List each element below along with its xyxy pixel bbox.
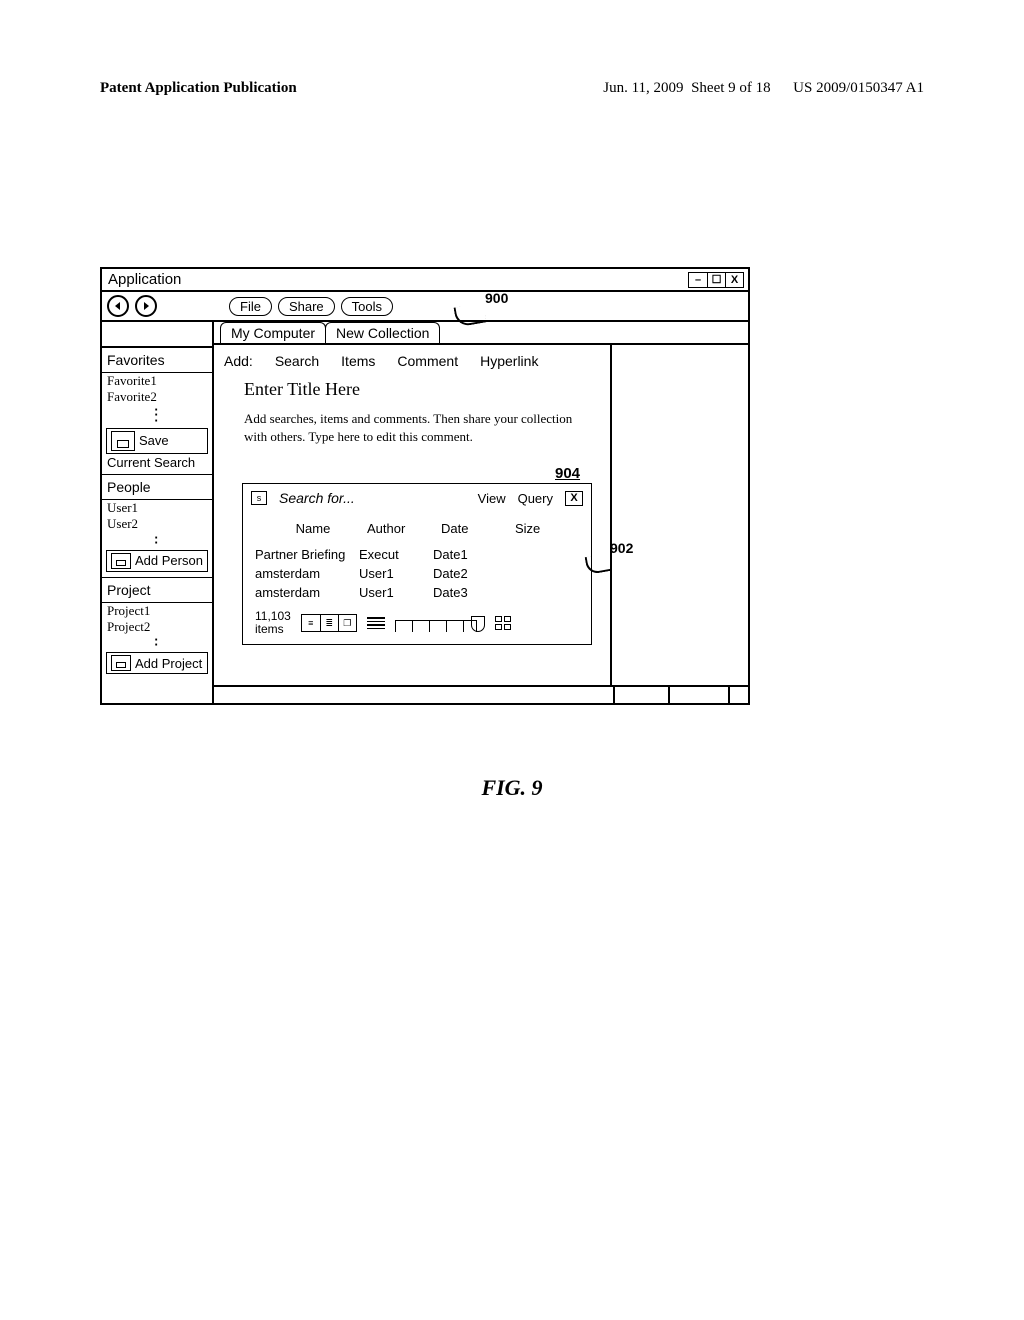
pub-title: Patent Application Publication xyxy=(100,80,297,97)
item-count: 11,103items xyxy=(255,610,291,636)
save-current-search-button[interactable]: Save xyxy=(106,428,208,454)
add-label: Add: xyxy=(224,353,253,369)
list-view-icon: ≡ xyxy=(302,615,320,631)
share-menu[interactable]: Share xyxy=(278,297,335,316)
pub-meta: Jun. 11, 2009 Sheet 9 of 18 US 2009/0150… xyxy=(603,80,924,97)
project-heading: Project xyxy=(102,578,212,602)
close-button[interactable]: X xyxy=(725,273,743,287)
window-title: Application xyxy=(108,271,181,288)
col-name[interactable]: Name xyxy=(263,521,363,536)
titlebar: Application – ☐ X xyxy=(102,269,748,292)
toolbar: File Share Tools xyxy=(102,292,748,322)
col-date[interactable]: Date xyxy=(441,521,511,536)
add-person-button[interactable]: Add Person xyxy=(106,550,208,572)
preview-pane xyxy=(612,345,748,685)
window-controls: – ☐ X xyxy=(688,272,744,288)
tab-my-computer[interactable]: My Computer xyxy=(220,322,326,343)
view-mode-buttons[interactable]: ≡ ≣ ❐ xyxy=(301,614,357,632)
favorites-heading: Favorites xyxy=(102,348,212,372)
figure-caption: FIG. 9 xyxy=(100,775,924,801)
save-icon xyxy=(111,655,131,671)
maximize-button[interactable]: ☐ xyxy=(707,273,725,287)
zoom-slider[interactable] xyxy=(395,614,485,632)
search-panel: s Search for... View Query X Name Author… xyxy=(242,483,592,645)
detail-view-icon: ≣ xyxy=(320,615,338,631)
title-input[interactable]: Enter Title Here xyxy=(244,379,590,400)
project-item[interactable]: Project1 xyxy=(102,603,212,619)
person-item[interactable]: User1 xyxy=(102,500,212,516)
back-icon[interactable] xyxy=(107,295,129,317)
forward-icon[interactable] xyxy=(135,295,157,317)
add-person-label: Add Person xyxy=(135,553,203,568)
file-menu[interactable]: File xyxy=(229,297,272,316)
publication-header: Patent Application Publication Jun. 11, … xyxy=(100,80,924,97)
result-row[interactable]: Partner Briefing Execut Date1 xyxy=(251,545,583,564)
col-size[interactable]: Size xyxy=(515,521,565,536)
main-area: My Computer New Collection Add: Search I… xyxy=(214,322,748,703)
save-sublabel: Current Search xyxy=(102,455,212,471)
lines-icon[interactable] xyxy=(367,617,385,629)
tools-menu[interactable]: Tools xyxy=(341,297,393,316)
comment-text[interactable]: Add searches, items and comments. Then s… xyxy=(244,410,590,445)
tabs: My Computer New Collection xyxy=(214,322,748,345)
add-comment[interactable]: Comment xyxy=(397,353,458,369)
collection-content: Add: Search Items Comment Hyperlink Ente… xyxy=(214,345,612,685)
add-search[interactable]: Search xyxy=(275,353,319,369)
results-footer: 11,103items ≡ ≣ ❐ xyxy=(251,602,583,638)
col-author[interactable]: Author xyxy=(367,521,437,536)
search-icon[interactable]: s xyxy=(251,491,267,505)
statusbar xyxy=(214,685,748,703)
favorite-item[interactable]: Favorite1 xyxy=(102,373,212,389)
tab-new-collection[interactable]: New Collection xyxy=(325,322,440,343)
sidebar: Favorites Favorite1 Favorite2 ··· Save C… xyxy=(102,322,214,703)
more-dots-icon: ·· xyxy=(102,535,212,545)
results-header: Name Author Date Size xyxy=(251,518,583,539)
add-items[interactable]: Items xyxy=(341,353,375,369)
result-row[interactable]: amsterdam User1 Date3 xyxy=(251,583,583,602)
close-icon[interactable]: X xyxy=(565,491,583,506)
save-label: Save xyxy=(139,434,169,448)
view-link[interactable]: View xyxy=(478,491,506,506)
add-hyperlink[interactable]: Hyperlink xyxy=(480,353,538,369)
search-input[interactable]: Search for... xyxy=(279,490,466,506)
result-row[interactable]: amsterdam User1 Date2 xyxy=(251,564,583,583)
grid-view-icon[interactable] xyxy=(495,616,511,630)
minimize-button[interactable]: – xyxy=(689,273,707,287)
more-dots-icon: ··· xyxy=(102,407,212,423)
add-row: Add: Search Items Comment Hyperlink xyxy=(214,351,610,379)
people-heading: People xyxy=(102,475,212,499)
add-project-label: Add Project xyxy=(135,656,202,671)
add-project-button[interactable]: Add Project xyxy=(106,652,208,674)
query-link[interactable]: Query xyxy=(518,491,553,506)
more-dots-icon: ·· xyxy=(102,637,212,647)
save-icon xyxy=(111,431,135,451)
save-icon xyxy=(111,553,131,569)
card-view-icon: ❐ xyxy=(338,615,356,631)
application-window: Application – ☐ X File Share Tools Favor… xyxy=(100,267,750,705)
